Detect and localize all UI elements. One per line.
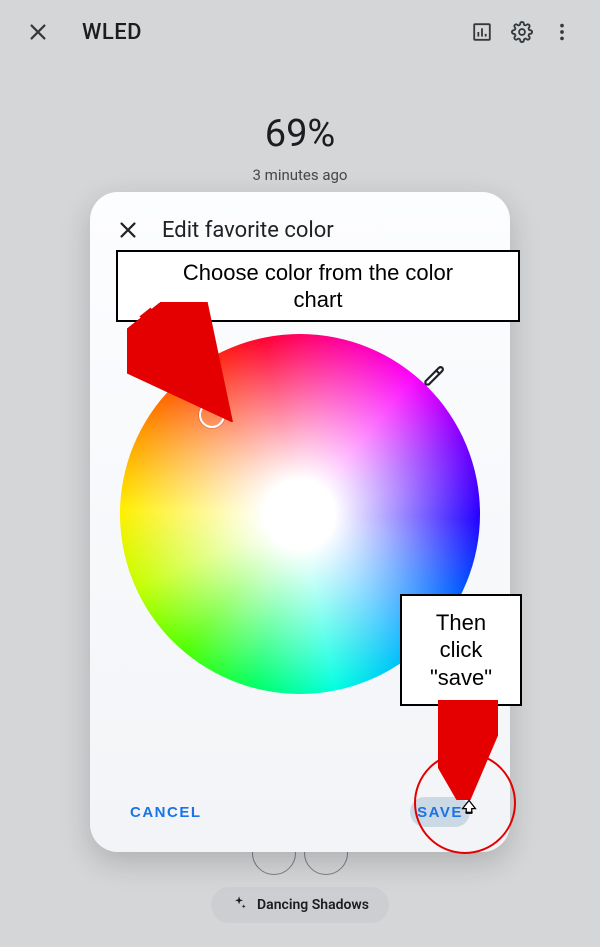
close-icon[interactable] bbox=[114, 216, 142, 244]
modal-title: Edit favorite color bbox=[162, 218, 334, 243]
color-selection-ring bbox=[199, 402, 225, 428]
annotation-step2: Then click "save" bbox=[400, 594, 522, 706]
cancel-button[interactable]: CANCEL bbox=[120, 794, 212, 831]
save-button[interactable]: SAVE bbox=[407, 794, 473, 831]
annotation-step1: Choose color from the color chart bbox=[116, 250, 520, 322]
